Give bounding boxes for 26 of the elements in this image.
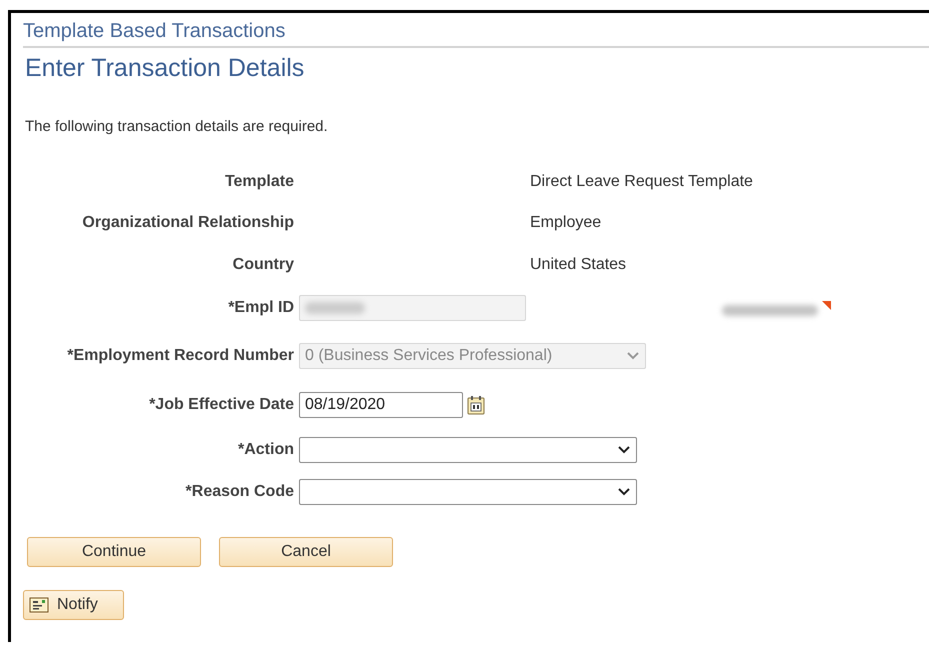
note-icon [29,596,49,612]
chevron-down-icon [617,445,631,454]
field-label: *Empl ID [227,299,294,317]
field-label: *Reason Code [184,482,294,500]
page-title: Enter Transaction Details [25,54,306,83]
field-value: Direct Leave Request Template [530,172,753,191]
calendar-icon[interactable] [467,394,485,414]
field-label: Organizational Relationship [81,214,294,232]
field-label: Template [224,172,294,191]
action-button[interactable]: Continue [27,536,201,566]
notify-button[interactable]: Notify [23,590,124,620]
field-value: United States [530,256,626,274]
field-label: *Employment Record Number [66,346,294,364]
dropdown-field[interactable] [299,478,637,504]
field-value: Employee [530,214,602,232]
action-button[interactable]: Cancel [219,536,393,566]
instructions-text: The following transaction details are required. [25,118,329,135]
breadcrumb-title: Template Based Transactions [23,20,286,42]
field-label: *Action [237,440,294,458]
corner-flag-icon [822,300,831,310]
chevron-down-icon [626,351,640,360]
field-label: *Job Effective Date [148,396,294,414]
date-field[interactable]: 08/19/2020 [299,392,463,418]
field-label: Country [232,256,294,274]
chevron-down-icon [617,487,631,496]
dropdown-field[interactable] [299,436,637,462]
